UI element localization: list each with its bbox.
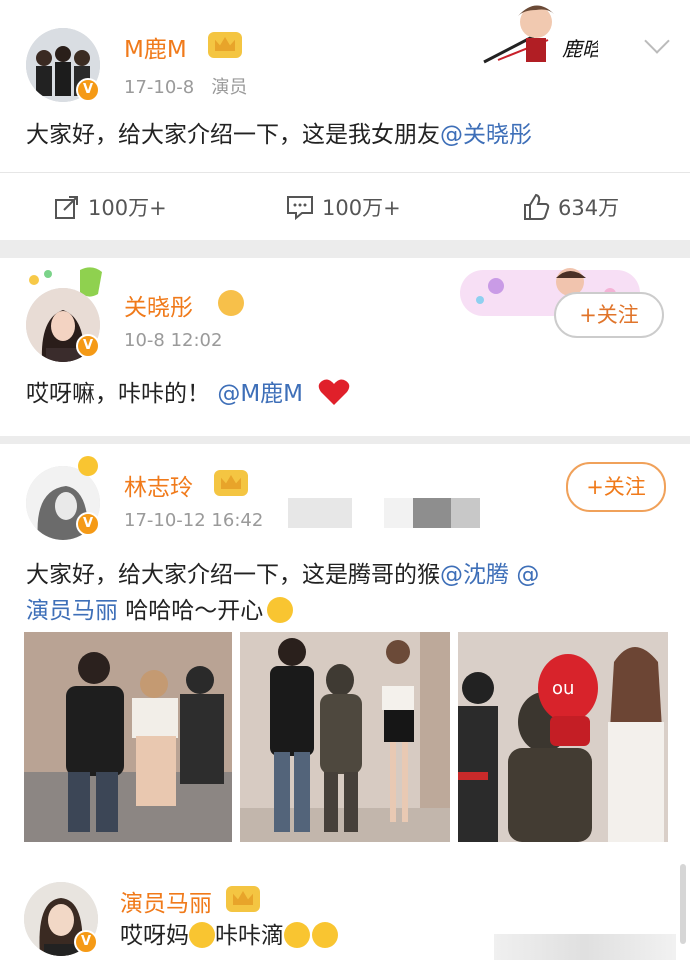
sun-decoration-icon: [78, 456, 98, 476]
vip-crown-icon: [226, 886, 260, 912]
vip-crown-icon: [208, 32, 242, 58]
svg-text:ou: ou: [552, 678, 574, 699]
post-meta: 17-10-8 演员: [124, 77, 248, 98]
kiss-emoji-icon: [189, 921, 215, 948]
author-name[interactable]: 关晓彤: [124, 288, 193, 322]
mention-link[interactable]: 演员马丽: [26, 598, 118, 624]
heart-icon: [319, 379, 350, 405]
post-meta: 17-10-12 16:42: [124, 510, 264, 531]
post-text: 大家好，给大家介绍一下，这是我女朋友: [26, 122, 440, 148]
scrollbar-thumb[interactable]: [680, 864, 686, 944]
comment-text: 咔咔滴: [215, 923, 284, 949]
comment-author-name[interactable]: 演员马丽: [120, 884, 212, 918]
header-banner-image: 鹿晗: [478, 0, 605, 72]
mention-link[interactable]: @关晓彤: [440, 122, 532, 148]
post-photo[interactable]: ou: [458, 632, 668, 842]
verified-badge-icon: V: [76, 334, 100, 358]
post-text-tail: 哈哈哈～开心: [118, 598, 264, 624]
verified-badge-icon: V: [74, 930, 98, 954]
post-meta: 10-8 12:02: [124, 330, 223, 351]
smile-emoji-icon: [267, 596, 294, 623]
watermark-blur: [494, 934, 676, 960]
post-card-luhan: V M鹿M 17-10-8 演员 鹿晗 大家好，给大家介绍一下，这是我女朋友@关…: [0, 0, 690, 240]
author-name[interactable]: 林志玲: [124, 468, 193, 502]
post-card-linzhiling: V 林志玲 17-10-12 16:42 +关注 大家好，给大家介绍一下，这是腾…: [0, 444, 690, 967]
mention-link[interactable]: @M鹿M: [217, 381, 303, 407]
post-content: 大家好，给大家介绍一下，这是腾哥的猴@沈腾 @ 演员马丽 哈哈哈～开心: [26, 557, 676, 629]
author-name[interactable]: M鹿M: [124, 30, 187, 64]
mention-link[interactable]: @: [516, 562, 539, 588]
post-photo[interactable]: [24, 632, 232, 842]
divider: [0, 172, 690, 173]
post-content: 大家好，给大家介绍一下，这是我女朋友@关晓彤: [26, 117, 532, 153]
comment-icon: [287, 196, 313, 220]
like-button[interactable]: 634万: [522, 192, 619, 222]
post-content: 哎呀嘛，咔咔的！ @M鹿M: [26, 376, 350, 412]
vip-crown-icon: [214, 470, 248, 496]
follow-button[interactable]: +关注: [554, 292, 664, 338]
blurred-source: [288, 498, 352, 528]
banner-text: 鹿晗: [562, 37, 598, 61]
chevron-down-icon[interactable]: [644, 28, 670, 54]
repost-icon: [55, 196, 78, 219]
verified-badge-icon: V: [76, 512, 100, 536]
verified-badge-icon: V: [76, 78, 100, 102]
thumbs-up-icon: [524, 193, 550, 220]
follow-button[interactable]: +关注: [566, 462, 666, 512]
post-photo[interactable]: [240, 632, 450, 842]
comment-content: 哎呀妈 咔咔滴: [120, 918, 338, 954]
comment-text: 哎呀妈: [120, 923, 189, 949]
post-card-guanxiaotong: V 关晓彤 10-8 12:02 +关注 哎呀嘛，咔咔的！ @M鹿M: [0, 258, 690, 436]
blurred-source: [384, 498, 480, 528]
laughing-emoji-icon: [284, 921, 310, 948]
like-count: 634万: [558, 196, 620, 220]
crying-emoji-icon: [312, 921, 338, 948]
comment-button[interactable]: 100万+: [286, 192, 401, 222]
mention-link[interactable]: @沈腾: [440, 562, 509, 588]
post-text: 哎呀嘛，咔咔的！: [26, 381, 210, 407]
repost-count: 100万+: [88, 196, 167, 220]
comment-count: 100万+: [322, 196, 401, 220]
post-text: 大家好，给大家介绍一下，这是腾哥的猴: [26, 562, 440, 588]
smile-badge-icon: [218, 290, 244, 316]
repost-button[interactable]: 100万+: [54, 192, 167, 222]
